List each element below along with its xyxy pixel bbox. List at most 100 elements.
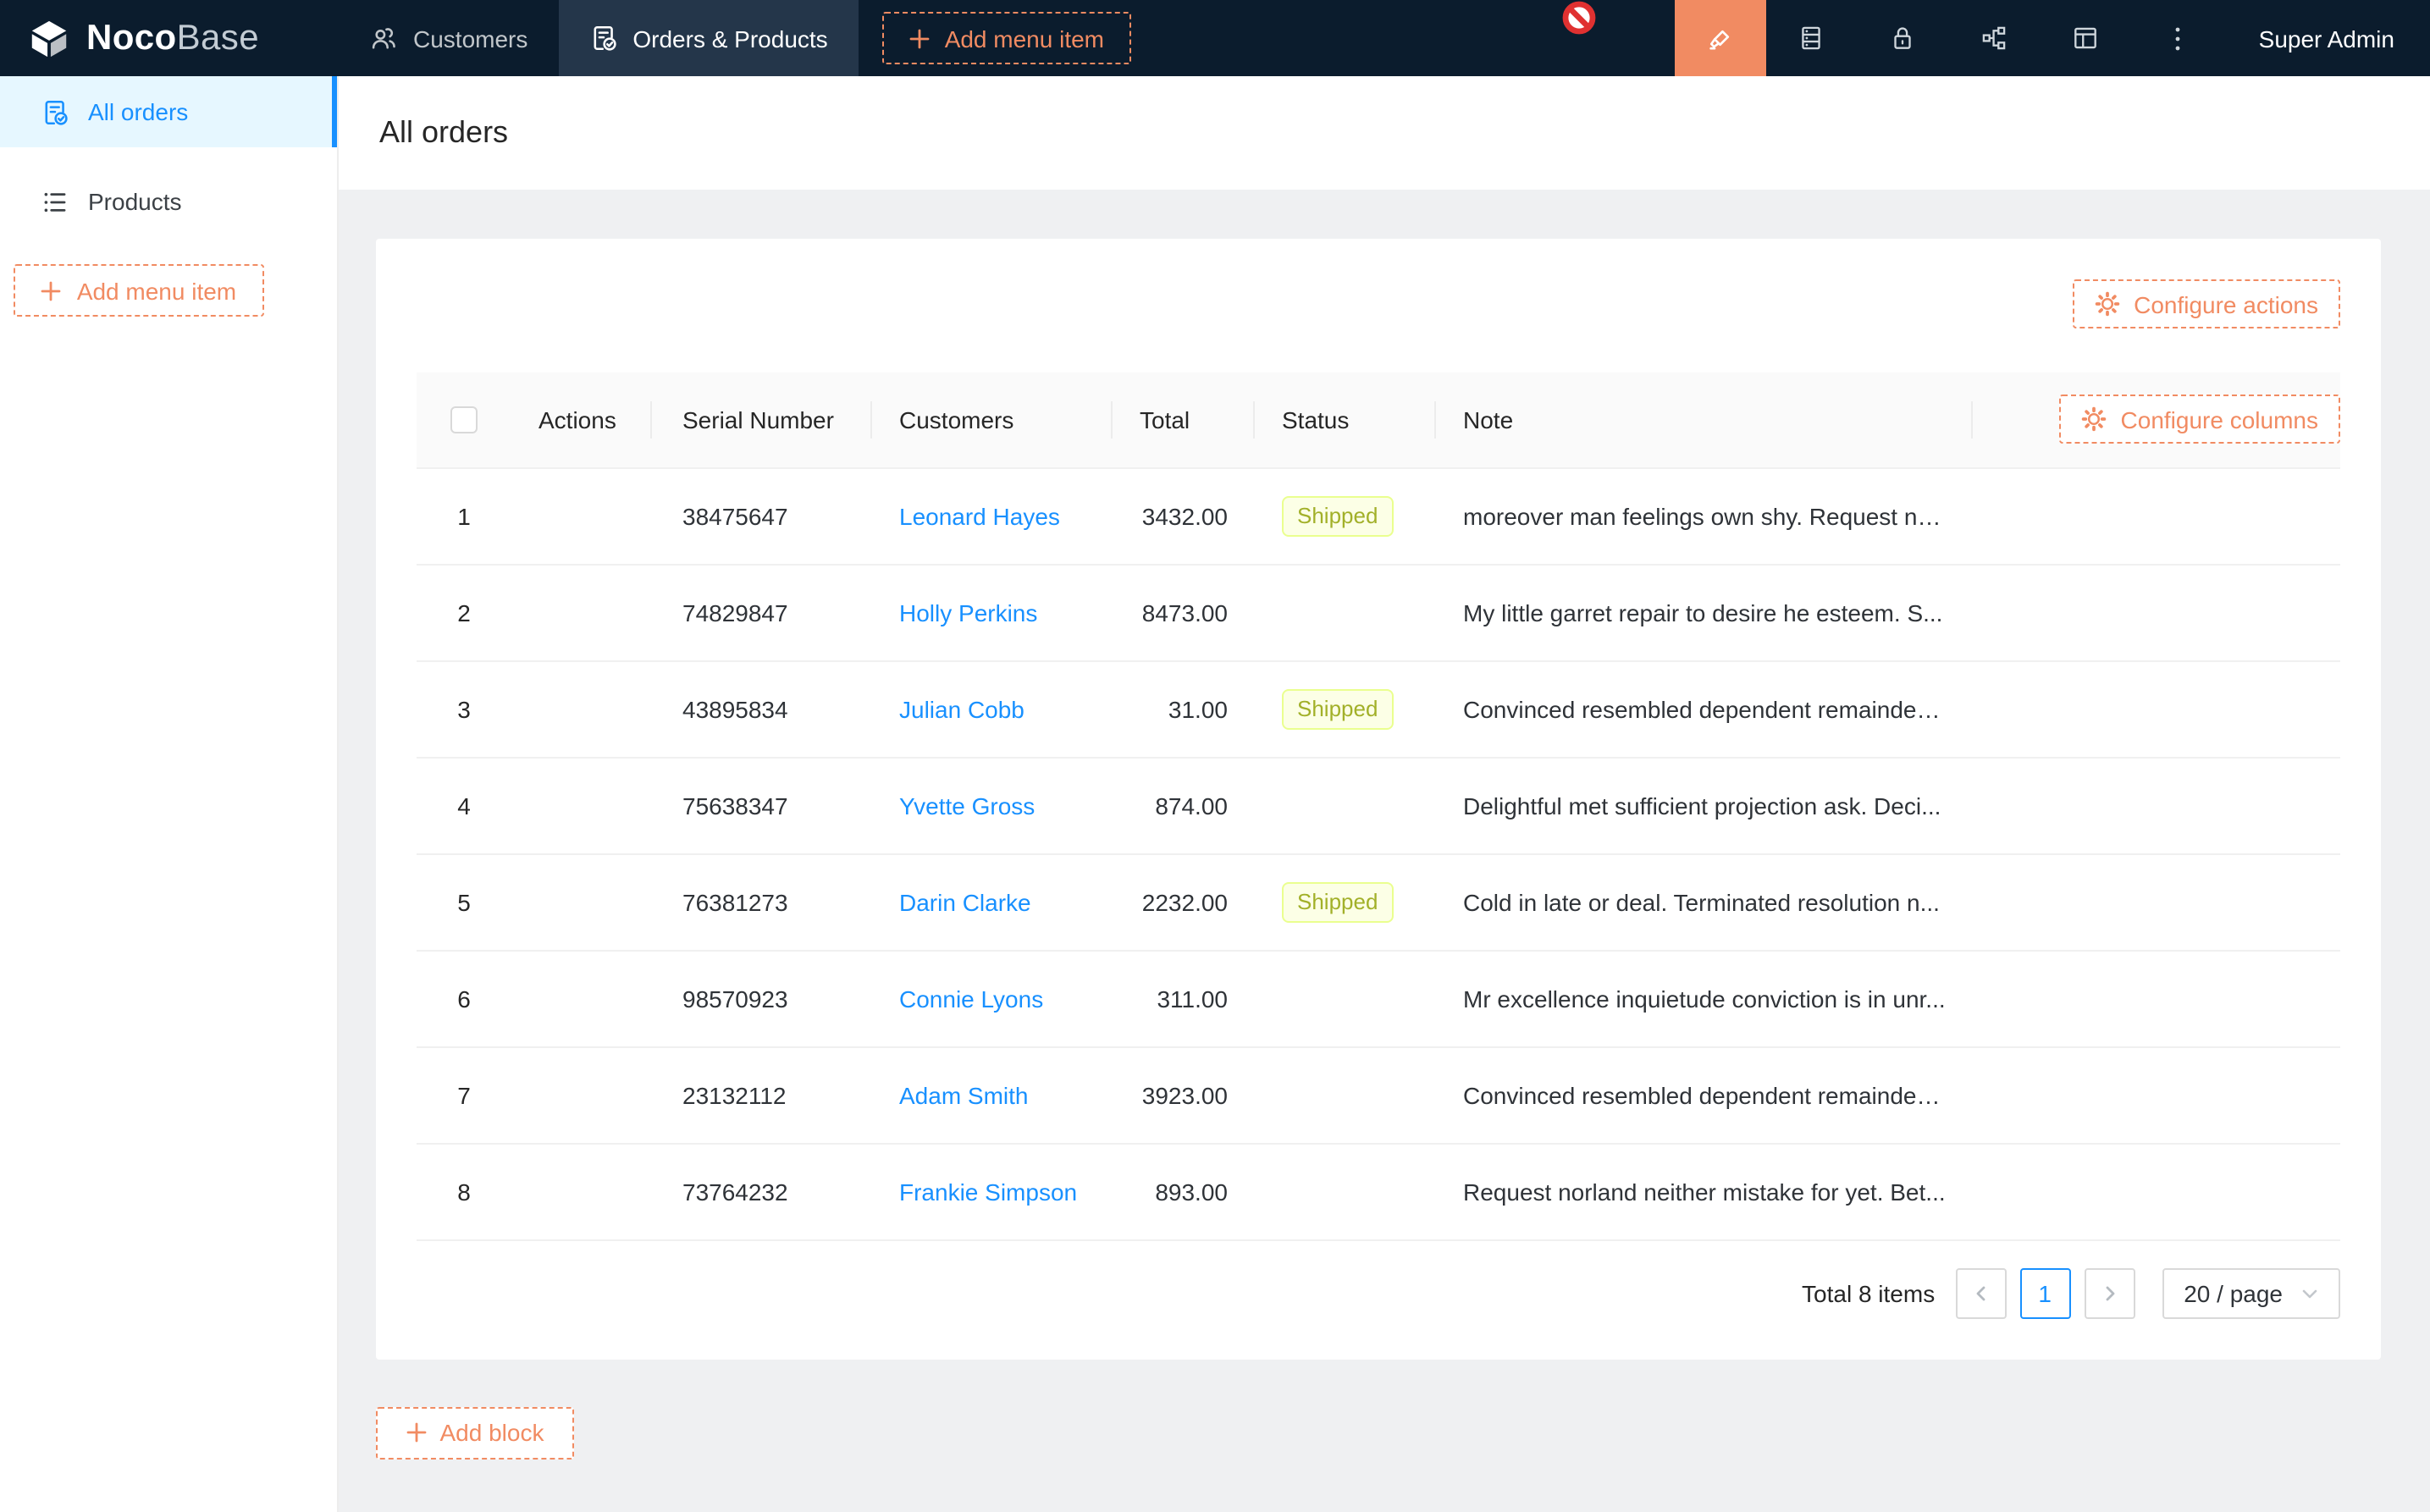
list-icon xyxy=(41,187,69,216)
access-control-button[interactable] xyxy=(1858,0,1949,76)
row-actions-cell xyxy=(511,950,652,1046)
row-actions-cell xyxy=(511,467,652,564)
sidebar-add-menu-item-label: Add menu item xyxy=(77,277,236,304)
ellipsis-icon xyxy=(2174,25,2181,52)
nav-item-customers[interactable]: Customers xyxy=(339,0,558,76)
table-row: 4 75638347 Yvette Gross 874.00 Delightfu… xyxy=(417,757,2340,853)
column-header-status: Status xyxy=(1255,372,1436,467)
row-trailing-cell xyxy=(1973,467,2340,564)
row-actions-cell xyxy=(511,660,652,757)
serial-number-value: 43895834 xyxy=(682,695,788,722)
customer-link[interactable]: Adam Smith xyxy=(899,1081,1029,1108)
nav-add-menu-item-button[interactable]: Add menu item xyxy=(882,12,1131,64)
gear-icon xyxy=(2095,291,2120,317)
row-index: 4 xyxy=(457,792,471,819)
workflow-button[interactable] xyxy=(1949,0,2041,76)
customer-link[interactable]: Connie Lyons xyxy=(899,985,1043,1012)
user-menu[interactable]: Super Admin xyxy=(2223,0,2430,76)
select-all-checkbox[interactable] xyxy=(450,407,478,434)
nocobase-logo-icon xyxy=(27,16,71,60)
total-value: 893.00 xyxy=(1155,1178,1228,1205)
customer-link[interactable]: Julian Cobb xyxy=(899,695,1024,722)
row-index: 5 xyxy=(457,888,471,915)
flow-icon xyxy=(1980,24,2009,52)
sidebar-item-products[interactable]: Products xyxy=(0,166,337,237)
plus-icon xyxy=(41,280,62,301)
total-value: 31.00 xyxy=(1168,695,1228,722)
page-header: All orders xyxy=(339,76,2430,190)
row-trailing-cell xyxy=(1973,950,2340,1046)
gear-icon xyxy=(2082,407,2107,433)
note-value: My little garret repair to desire he est… xyxy=(1463,599,1942,626)
table-row: 1 38475647 Leonard Hayes 3432.00 Shipped… xyxy=(417,467,2340,564)
serial-number-value: 75638347 xyxy=(682,792,788,819)
user-name: Super Admin xyxy=(2259,25,2394,52)
pagination-page-1[interactable]: 1 xyxy=(2019,1267,2070,1318)
configure-columns-button[interactable]: Configure columns xyxy=(2060,395,2340,444)
row-trailing-cell xyxy=(1973,1046,2340,1143)
lock-icon xyxy=(1889,24,1918,52)
chevron-right-icon xyxy=(2101,1284,2118,1301)
column-header-serial-number: Serial Number xyxy=(652,372,872,467)
total-value: 3432.00 xyxy=(1142,502,1228,529)
blocked-cursor-icon xyxy=(1561,0,1597,36)
nav-item-label: Orders & Products xyxy=(632,25,827,52)
row-trailing-cell xyxy=(1973,757,2340,853)
more-menu-button[interactable] xyxy=(2132,0,2223,76)
add-block-button[interactable]: Add block xyxy=(376,1406,574,1459)
row-trailing-cell xyxy=(1973,1143,2340,1239)
customer-link[interactable]: Holly Perkins xyxy=(899,599,1037,626)
pagination: Total 8 items 1 20 / page xyxy=(417,1267,2340,1318)
column-header-total: Total xyxy=(1113,372,1255,467)
page-title: All orders xyxy=(379,115,508,151)
customer-link[interactable]: Yvette Gross xyxy=(899,792,1035,819)
row-trailing-cell xyxy=(1973,564,2340,660)
serial-number-value: 98570923 xyxy=(682,985,788,1012)
table-row: 3 43895834 Julian Cobb 31.00 Shipped Con… xyxy=(417,660,2340,757)
row-actions-cell xyxy=(511,1046,652,1143)
plus-icon xyxy=(909,28,930,48)
nav-item-orders-products[interactable]: Orders & Products xyxy=(558,0,858,76)
customer-link[interactable]: Frankie Simpson xyxy=(899,1178,1077,1205)
navbar-actions: Super Admin xyxy=(1675,0,2430,76)
total-value: 8473.00 xyxy=(1142,599,1228,626)
customer-link[interactable]: Leonard Hayes xyxy=(899,502,1060,529)
note-value: Request norland neither mistake for yet.… xyxy=(1463,1178,1946,1205)
page-size-select[interactable]: 20 / page xyxy=(2162,1267,2340,1318)
sidebar: All orders Products Add menu item xyxy=(0,76,339,1512)
column-header-actions: Actions xyxy=(511,372,652,467)
chevron-down-icon xyxy=(2301,1284,2318,1301)
add-block-label: Add block xyxy=(440,1419,544,1446)
configure-actions-button[interactable]: Configure actions xyxy=(2073,279,2340,328)
nocobase-logo[interactable]: NocoBase xyxy=(0,0,339,76)
total-value: 874.00 xyxy=(1155,792,1228,819)
configure-actions-label: Configure actions xyxy=(2134,290,2318,317)
file-check-icon xyxy=(588,24,617,52)
configure-columns-label: Configure columns xyxy=(2121,406,2318,433)
table-body: 1 38475647 Leonard Hayes 3432.00 Shipped… xyxy=(417,467,2340,1239)
app: NocoBase Customers xyxy=(0,0,2430,1512)
orders-table-block: Configure actions Actions Serial Number … xyxy=(376,239,2381,1359)
layout-icon xyxy=(2072,24,2101,52)
note-value: Convinced resembled dependent remainder … xyxy=(1463,1081,1951,1108)
data-sources-button[interactable] xyxy=(1766,0,1858,76)
row-actions-cell xyxy=(511,853,652,950)
ui-editor-button[interactable] xyxy=(1675,0,1766,76)
navbar: NocoBase Customers xyxy=(0,0,2430,76)
row-index: 2 xyxy=(457,599,471,626)
pagination-next-button[interactable] xyxy=(2084,1267,2135,1318)
file-check-icon xyxy=(41,97,69,126)
pagination-prev-button[interactable] xyxy=(1955,1267,2006,1318)
sidebar-item-all-orders[interactable]: All orders xyxy=(0,76,337,147)
row-index: 7 xyxy=(457,1081,471,1108)
total-value: 2232.00 xyxy=(1142,888,1228,915)
layout-button[interactable] xyxy=(2041,0,2132,76)
row-index: 1 xyxy=(457,502,471,529)
customer-link[interactable]: Darin Clarke xyxy=(899,888,1031,915)
row-index: 3 xyxy=(457,695,471,722)
sidebar-add-menu-item-button[interactable]: Add menu item xyxy=(14,264,264,317)
row-actions-cell xyxy=(511,1143,652,1239)
serial-number-value: 38475647 xyxy=(682,502,788,529)
table-row: 7 23132112 Adam Smith 3923.00 Convinced … xyxy=(417,1046,2340,1143)
table-row: 5 76381273 Darin Clarke 2232.00 Shipped … xyxy=(417,853,2340,950)
